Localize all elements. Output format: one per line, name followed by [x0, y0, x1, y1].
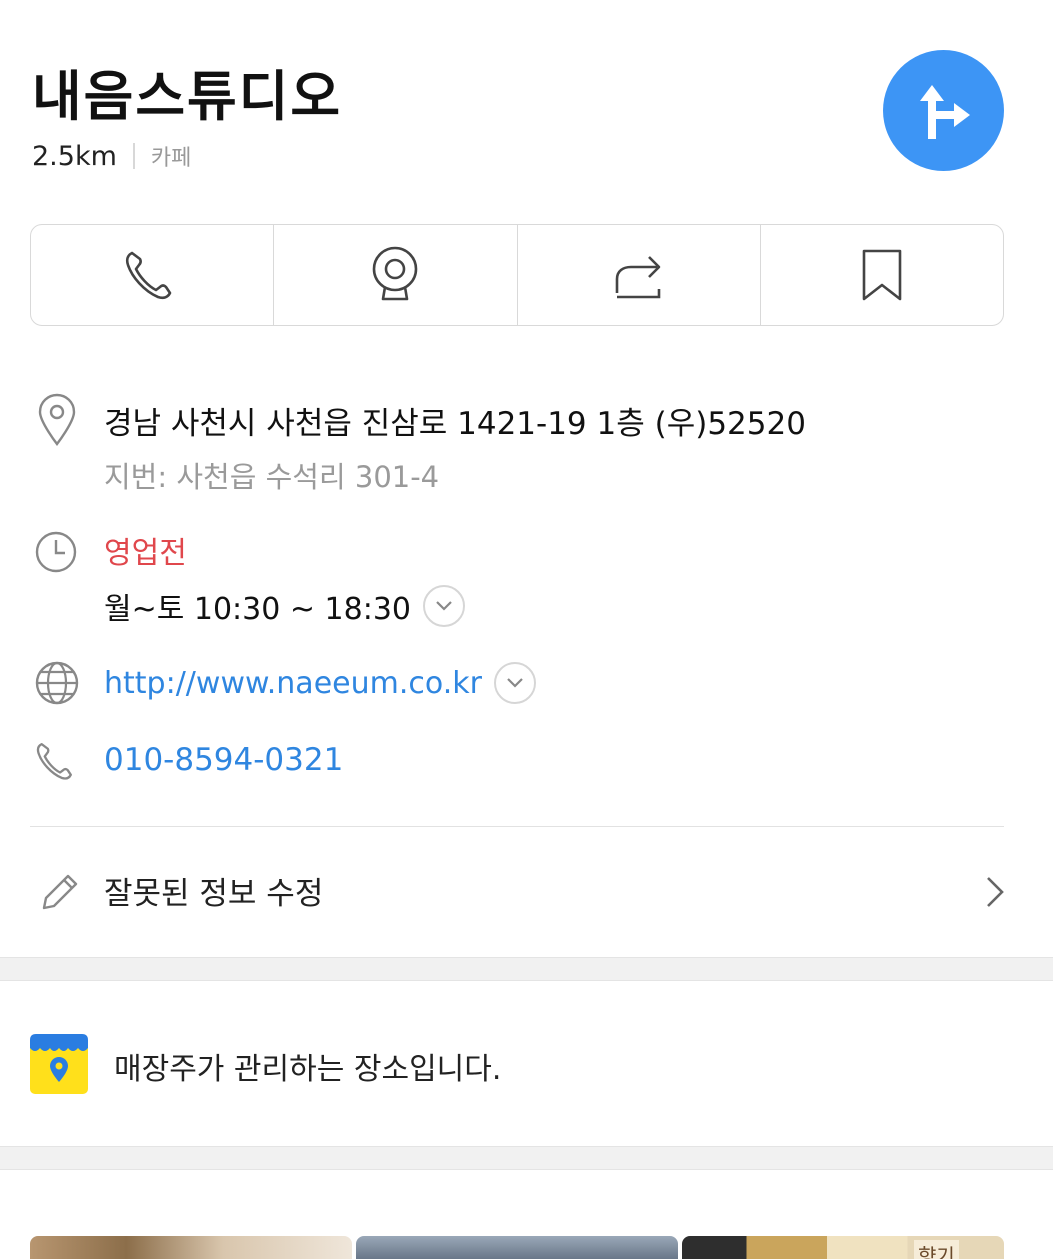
- phone-icon: [126, 251, 172, 300]
- phone-number-link[interactable]: 010-8594-0321: [104, 742, 343, 778]
- clock-icon: [35, 531, 77, 573]
- place-title: 내음스튜디오: [32, 65, 343, 128]
- chevron-down-icon: [436, 601, 452, 611]
- section-divider: [30, 826, 1004, 827]
- website-expand-button[interactable]: [493, 662, 536, 704]
- section-spacer: [0, 957, 1053, 981]
- place-photo[interactable]: [30, 1236, 352, 1259]
- owner-notice: 매장주가 관리하는 장소입니다.: [0, 982, 1053, 1146]
- globe-icon: [35, 661, 79, 705]
- edit-info-row[interactable]: 잘못된 정보 수정: [0, 850, 1053, 934]
- roadview-button[interactable]: [274, 225, 518, 325]
- pencil-icon: [42, 874, 78, 910]
- directions-icon: [919, 84, 970, 139]
- website-link[interactable]: http://www.naeeum.co.kr: [104, 666, 482, 701]
- meta-divider: [132, 143, 135, 169]
- business-hours: 월~토 10:30 ~ 18:30: [104, 584, 465, 628]
- place-photo[interactable]: [356, 1236, 678, 1259]
- section-spacer: [0, 1146, 1053, 1170]
- hours-expand-button[interactable]: [423, 585, 465, 627]
- lot-address: 지번: 사천읍 수석리 301-4: [104, 460, 440, 494]
- category-label: 카페: [150, 146, 192, 171]
- place-meta: 2.5km 카페: [32, 140, 191, 172]
- owner-notice-label: 매장주가 관리하는 장소입니다.: [114, 1052, 502, 1087]
- edit-info-label: 잘못된 정보 수정: [104, 876, 324, 912]
- chevron-right-icon: [987, 877, 1004, 907]
- photo-sign-text: 향기: [914, 1240, 959, 1259]
- phone-icon: [36, 742, 72, 780]
- call-button[interactable]: [31, 225, 275, 325]
- share-icon: [615, 256, 660, 299]
- road-address: 경남 사천시 사천읍 진삼로 1421-19 1층 (우)52520: [104, 406, 806, 442]
- store-owner-icon: [30, 1034, 88, 1094]
- bookmark-icon: [862, 249, 902, 301]
- location-pin-icon: [38, 393, 76, 446]
- directions-button[interactable]: [883, 50, 1004, 171]
- photo-strip: 향기: [30, 1236, 1004, 1259]
- distance-label: 2.5km: [32, 140, 117, 172]
- roadview-camera-icon: [373, 246, 418, 301]
- share-button[interactable]: [518, 225, 761, 325]
- hours-text: 월~토 10:30 ~ 18:30: [104, 592, 411, 627]
- website-row: http://www.naeeum.co.kr: [104, 662, 536, 704]
- chevron-down-icon: [507, 678, 523, 688]
- save-button[interactable]: [761, 225, 1003, 325]
- action-bar: [30, 224, 1004, 326]
- business-status: 영업전: [104, 536, 187, 571]
- place-photo[interactable]: 향기: [682, 1236, 1004, 1259]
